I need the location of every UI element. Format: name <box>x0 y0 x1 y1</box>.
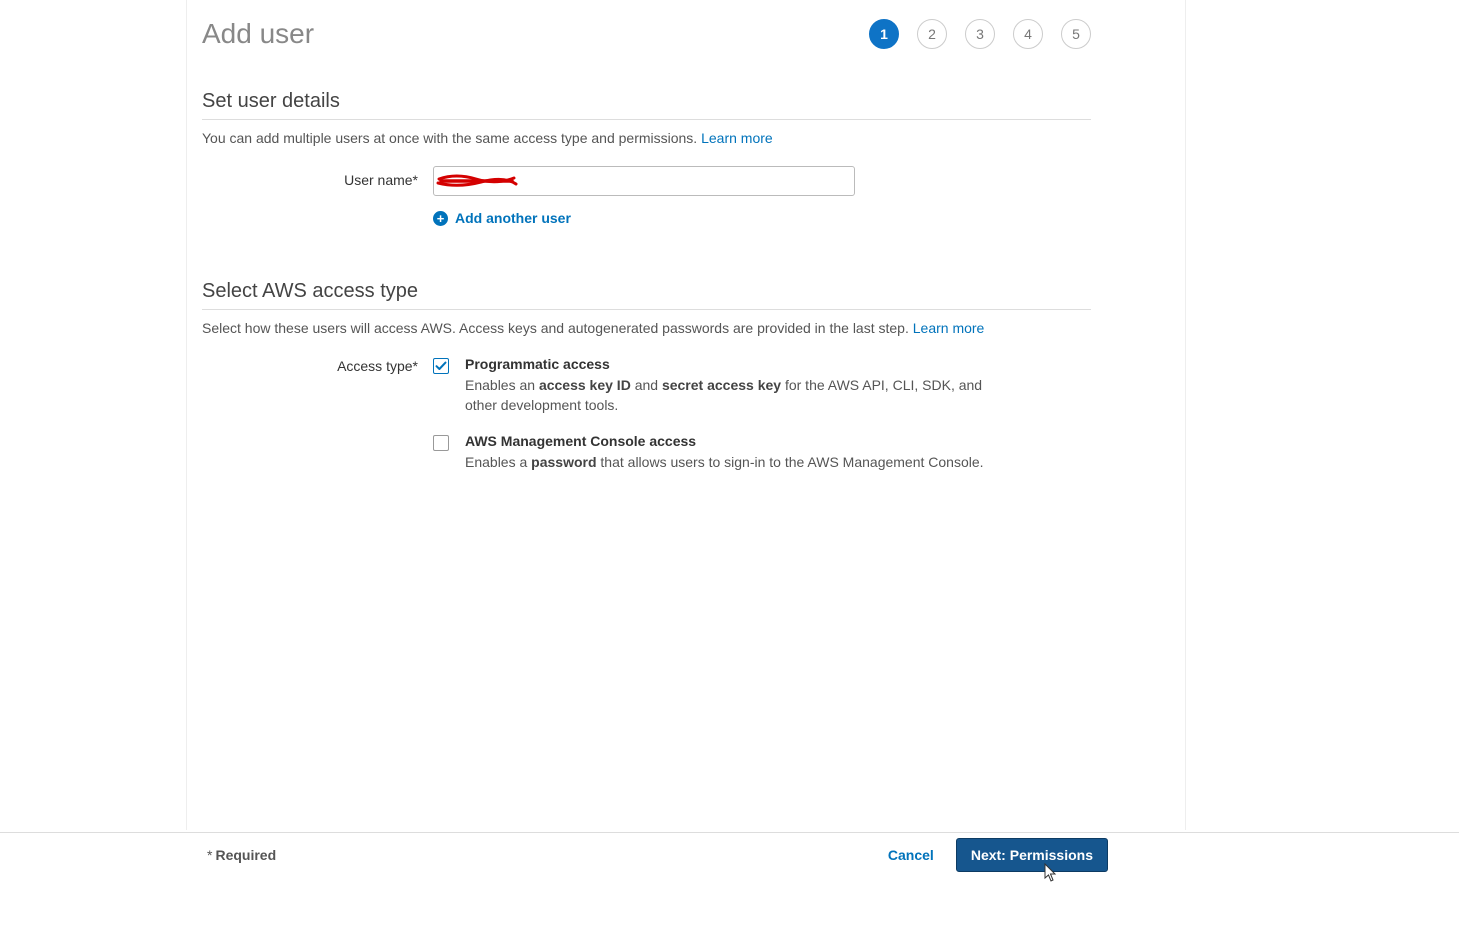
access-type-description-text: Select how these users will access AWS. … <box>202 320 909 336</box>
console-access-title: AWS Management Console access <box>465 433 993 449</box>
user-details-heading: Set user details <box>202 90 1091 120</box>
step-2[interactable]: 2 <box>917 19 947 49</box>
step-3[interactable]: 3 <box>965 19 995 49</box>
programmatic-access-title: Programmatic access <box>465 356 993 372</box>
required-note: *Required <box>207 847 276 863</box>
username-label: User name* <box>202 166 433 188</box>
programmatic-access-desc: Enables an access key ID and secret acce… <box>465 376 993 415</box>
step-4[interactable]: 4 <box>1013 19 1043 49</box>
cancel-button[interactable]: Cancel <box>888 847 934 863</box>
programmatic-access-checkbox[interactable] <box>433 358 449 374</box>
wizard-steps: 1 2 3 4 5 <box>869 19 1091 49</box>
console-access-desc: Enables a password that allows users to … <box>465 453 993 473</box>
content: Add user 1 2 3 4 5 Set user details You … <box>187 0 1091 491</box>
access-type-label: Access type* <box>202 356 433 374</box>
required-asterisk: * <box>207 847 212 863</box>
access-type-description: Select how these users will access AWS. … <box>202 320 1091 336</box>
add-another-user-button[interactable]: + Add another user <box>433 210 855 226</box>
learn-more-link[interactable]: Learn more <box>701 130 773 146</box>
console-access-option: AWS Management Console access Enables a … <box>433 433 993 473</box>
page-title: Add user <box>202 18 314 50</box>
header-row: Add user 1 2 3 4 5 <box>202 18 1091 50</box>
check-icon <box>435 360 447 372</box>
username-row: User name* + Add another user <box>202 166 1091 226</box>
programmatic-access-text: Programmatic access Enables an access ke… <box>453 356 993 415</box>
content-frame: Add user 1 2 3 4 5 Set user details You … <box>186 0 1186 830</box>
next-permissions-button[interactable]: Next: Permissions <box>956 838 1108 872</box>
step-5[interactable]: 5 <box>1061 19 1091 49</box>
user-details-description-text: You can add multiple users at once with … <box>202 130 697 146</box>
console-access-checkbox[interactable] <box>433 435 449 451</box>
footer-buttons: Cancel Next: Permissions <box>888 838 1108 872</box>
access-type-row: Access type* Programmatic access Enables… <box>202 356 1091 491</box>
access-type-options: Programmatic access Enables an access ke… <box>433 356 993 491</box>
user-details-description: You can add multiple users at once with … <box>202 130 1091 146</box>
access-type-heading: Select AWS access type <box>202 280 1091 310</box>
footer-bar: *Required Cancel Next: Permissions <box>0 832 1459 876</box>
plus-circle-icon: + <box>433 211 448 226</box>
learn-more-access-link[interactable]: Learn more <box>913 320 985 336</box>
username-field-wrap: + Add another user <box>433 166 855 226</box>
username-input[interactable] <box>433 166 855 196</box>
step-1[interactable]: 1 <box>869 19 899 49</box>
console-access-text: AWS Management Console access Enables a … <box>453 433 993 473</box>
programmatic-access-option: Programmatic access Enables an access ke… <box>433 356 993 415</box>
add-another-user-label: Add another user <box>455 210 571 226</box>
